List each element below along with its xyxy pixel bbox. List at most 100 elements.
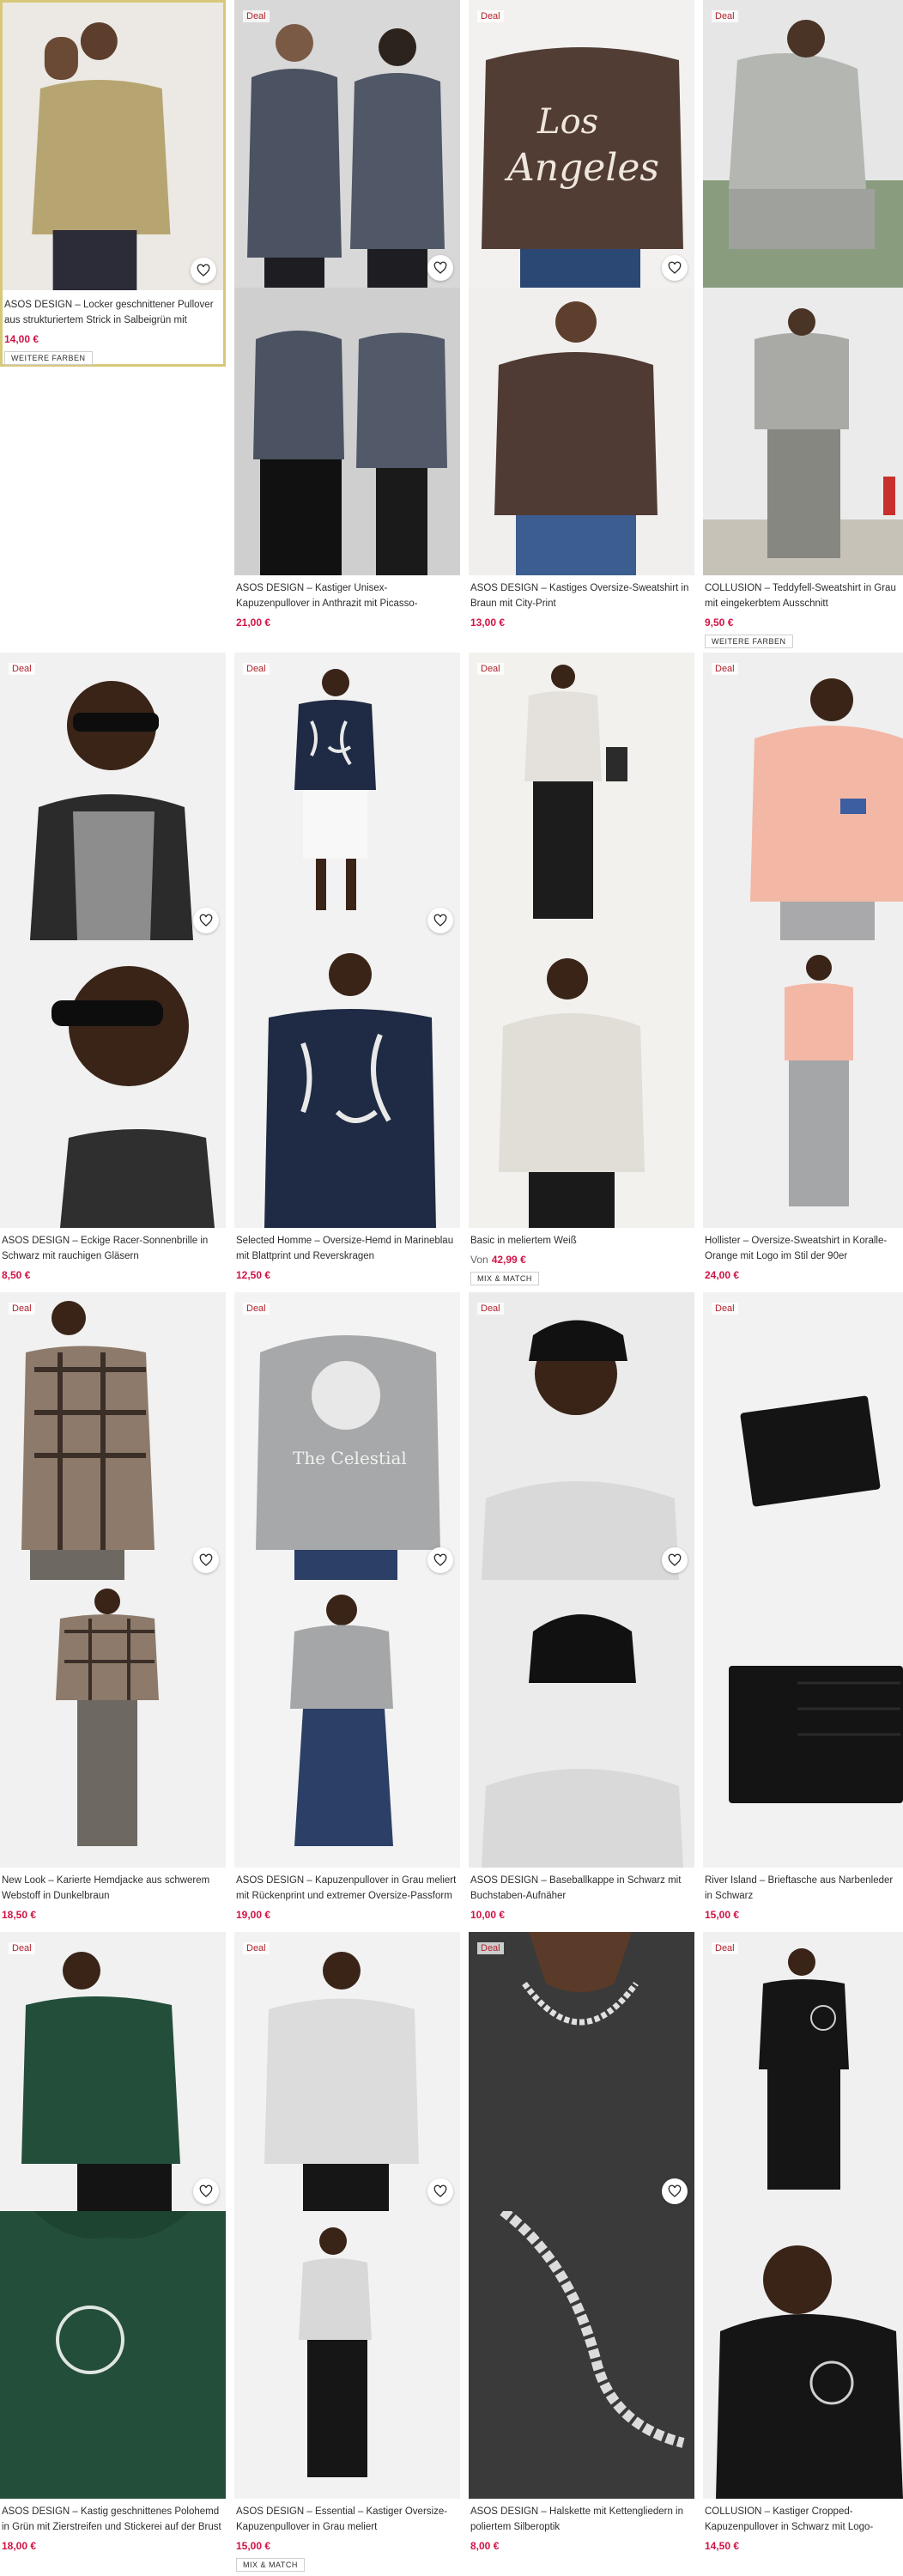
heart-outline-icon bbox=[199, 2184, 213, 2197]
product-title[interactable]: Selected Homme – Oversize-Hemd in Marine… bbox=[236, 1233, 458, 1264]
product-image[interactable]: Deal bbox=[469, 1932, 694, 2211]
save-for-later-button[interactable] bbox=[662, 2178, 688, 2204]
product-title[interactable]: ASOS DESIGN – Kastiger Unisex-Kapuzenpul… bbox=[236, 580, 458, 611]
product-image-alt[interactable] bbox=[0, 940, 226, 1228]
product-price: 15,00 € bbox=[236, 2540, 271, 2552]
product-title[interactable]: ASOS DESIGN – Eckige Racer-Sonnenbrille … bbox=[2, 1233, 223, 1264]
product-card[interactable]: Deal Hollister – Oversize-Sweatshirt in … bbox=[703, 653, 903, 1292]
product-title[interactable]: ASOS DESIGN – Kapuzenpullover in Grau me… bbox=[236, 1873, 458, 1904]
save-for-later-button[interactable] bbox=[193, 2178, 219, 2204]
product-price: 8,50 € bbox=[2, 1269, 31, 1281]
product-title[interactable]: Hollister – Oversize-Sweatshirt in Koral… bbox=[705, 1233, 903, 1264]
save-for-later-button[interactable] bbox=[427, 2178, 453, 2204]
product-image-alt[interactable] bbox=[703, 288, 903, 575]
product-card[interactable]: The Celestial Deal ASOS DESIGN – Kapuzen… bbox=[234, 1292, 460, 1932]
product-card[interactable]: Los Angeles Deal ASOS DESIGN – Kastiges … bbox=[469, 0, 694, 640]
product-image[interactable]: Deal bbox=[0, 653, 226, 940]
product-image[interactable]: Deal bbox=[703, 1292, 903, 1580]
product-card[interactable]: Deal ASOS DESIGN – Eckige Racer-Sonnenbr… bbox=[0, 653, 226, 1292]
product-image[interactable]: Deal bbox=[469, 653, 694, 940]
product-image-alt[interactable] bbox=[234, 2211, 460, 2499]
product-title[interactable]: Basic in meliertem Weiß bbox=[470, 1233, 692, 1249]
deal-badge: Deal bbox=[243, 1303, 270, 1315]
save-for-later-button[interactable] bbox=[662, 255, 688, 281]
save-for-later-button[interactable] bbox=[427, 255, 453, 281]
heart-outline-icon bbox=[668, 2184, 682, 2197]
product-image[interactable]: Deal bbox=[0, 1292, 226, 1580]
product-image-alt[interactable] bbox=[234, 1580, 460, 1868]
product-image-alt[interactable] bbox=[469, 2211, 694, 2499]
product-price: 12,50 € bbox=[236, 1269, 271, 1281]
product-card[interactable]: Deal ASOS DESIGN – Kastiger Unisex-Kapuz… bbox=[234, 0, 460, 640]
deal-badge: Deal bbox=[243, 1942, 270, 1954]
product-price: Von 42,99 € bbox=[470, 1254, 526, 1266]
product-image[interactable] bbox=[3, 3, 223, 290]
product-title[interactable]: COLLUSION – Kastiger Cropped-Kapuzenpull… bbox=[705, 2504, 903, 2535]
product-image[interactable]: Deal bbox=[0, 1932, 226, 2211]
save-for-later-button[interactable] bbox=[427, 908, 453, 933]
save-for-later-button[interactable] bbox=[193, 1547, 219, 1573]
deal-badge: Deal bbox=[243, 663, 270, 675]
product-card[interactable]: Deal COLLUSION – Kastiger Cropped-Kapuze… bbox=[703, 1932, 903, 2576]
product-image[interactable]: Deal bbox=[234, 0, 460, 288]
product-card[interactable]: ASOS DESIGN – Locker geschnittener Pullo… bbox=[0, 0, 226, 367]
save-for-later-button[interactable] bbox=[662, 1547, 688, 1573]
product-card[interactable]: Deal Selected Homme – Oversize-Hemd in M… bbox=[234, 653, 460, 1292]
product-title[interactable]: ASOS DESIGN – Essential – Kastiger Overs… bbox=[236, 2504, 458, 2535]
product-image[interactable]: Deal bbox=[703, 0, 903, 288]
save-for-later-button[interactable] bbox=[427, 1547, 453, 1573]
save-for-later-button[interactable] bbox=[193, 908, 219, 933]
product-image-alt[interactable] bbox=[0, 2211, 226, 2499]
product-card[interactable]: Deal ASOS DESIGN – Essential – Kastiger … bbox=[234, 1932, 460, 2576]
deal-badge: Deal bbox=[9, 1303, 35, 1315]
product-image[interactable]: Los Angeles Deal bbox=[469, 0, 694, 288]
product-price: 14,50 € bbox=[705, 2540, 740, 2552]
product-image-alt[interactable] bbox=[703, 940, 903, 1228]
deal-badge: Deal bbox=[477, 1942, 504, 1954]
product-title[interactable]: ASOS DESIGN – Kastiges Oversize-Sweatshi… bbox=[470, 580, 692, 611]
deal-badge: Deal bbox=[9, 1942, 35, 1954]
product-image[interactable]: Deal bbox=[469, 1292, 694, 1580]
product-card[interactable]: Deal ASOS DESIGN – Halskette mit Ketteng… bbox=[469, 1932, 694, 2576]
product-image-alt[interactable] bbox=[469, 940, 694, 1228]
product-image-alt[interactable] bbox=[234, 288, 460, 575]
save-for-later-button[interactable] bbox=[191, 258, 216, 283]
product-image[interactable]: The Celestial Deal bbox=[234, 1292, 460, 1580]
product-title[interactable]: ASOS DESIGN – Locker geschnittener Pullo… bbox=[4, 297, 226, 328]
product-card[interactable]: Deal New Look – Karierte Hemdjacke aus s… bbox=[0, 1292, 226, 1932]
product-image[interactable]: Deal bbox=[234, 1932, 460, 2211]
product-image-alt[interactable] bbox=[469, 1580, 694, 1868]
product-image[interactable]: Deal bbox=[234, 653, 460, 940]
product-card[interactable]: Deal River Island – Brieftasche aus Narb… bbox=[703, 1292, 903, 1932]
product-title[interactable]: ASOS DESIGN – Kastig geschnittenes Poloh… bbox=[2, 2504, 223, 2535]
heart-outline-icon bbox=[433, 914, 447, 927]
product-price: 15,00 € bbox=[705, 1909, 740, 1921]
heart-outline-icon bbox=[199, 1553, 213, 1566]
more-colors-tag[interactable]: WEITERE FARBEN bbox=[4, 351, 93, 365]
product-card[interactable]: Deal ASOS DESIGN – Kastig geschnittenes … bbox=[0, 1932, 226, 2576]
svg-text:The Celestial: The Celestial bbox=[293, 1448, 407, 1468]
product-title[interactable]: COLLUSION – Teddyfell-Sweatshirt in Grau… bbox=[705, 580, 903, 611]
mix-and-match-tag[interactable]: MIX & MATCH bbox=[236, 2558, 305, 2572]
product-image-alt[interactable] bbox=[703, 1580, 903, 1868]
product-card[interactable]: Deal COLLUSION – Teddyfell-Sweatshirt in… bbox=[703, 0, 903, 653]
mix-and-match-tag[interactable]: MIX & MATCH bbox=[470, 1272, 539, 1285]
product-image-alt[interactable] bbox=[234, 940, 460, 1228]
deal-badge: Deal bbox=[712, 663, 738, 675]
product-title[interactable]: New Look – Karierte Hemdjacke aus schwer… bbox=[2, 1873, 223, 1904]
product-price: 9,50 € bbox=[705, 617, 734, 629]
product-image-alt[interactable] bbox=[703, 2211, 903, 2499]
more-colors-tag[interactable]: WEITERE FARBEN bbox=[705, 635, 793, 648]
product-image-alt[interactable] bbox=[0, 1580, 226, 1868]
product-card[interactable]: Deal ASOS DESIGN – Baseballkappe in Schw… bbox=[469, 1292, 694, 1932]
product-title[interactable]: ASOS DESIGN – Baseballkappe in Schwarz m… bbox=[470, 1873, 692, 1904]
product-image-alt[interactable] bbox=[469, 288, 694, 575]
deal-badge: Deal bbox=[477, 663, 504, 675]
product-image[interactable]: Deal bbox=[703, 1932, 903, 2211]
product-image[interactable]: Deal bbox=[703, 653, 903, 940]
product-title[interactable]: ASOS DESIGN – Halskette mit Kettengliede… bbox=[470, 2504, 692, 2535]
product-title[interactable]: River Island – Brieftasche aus Narbenled… bbox=[705, 1873, 903, 1904]
heart-outline-icon bbox=[197, 264, 210, 276]
product-card[interactable]: Deal Basic in meliertem Weiß Von 42,99 € … bbox=[469, 653, 694, 1292]
deal-badge: Deal bbox=[9, 663, 35, 675]
